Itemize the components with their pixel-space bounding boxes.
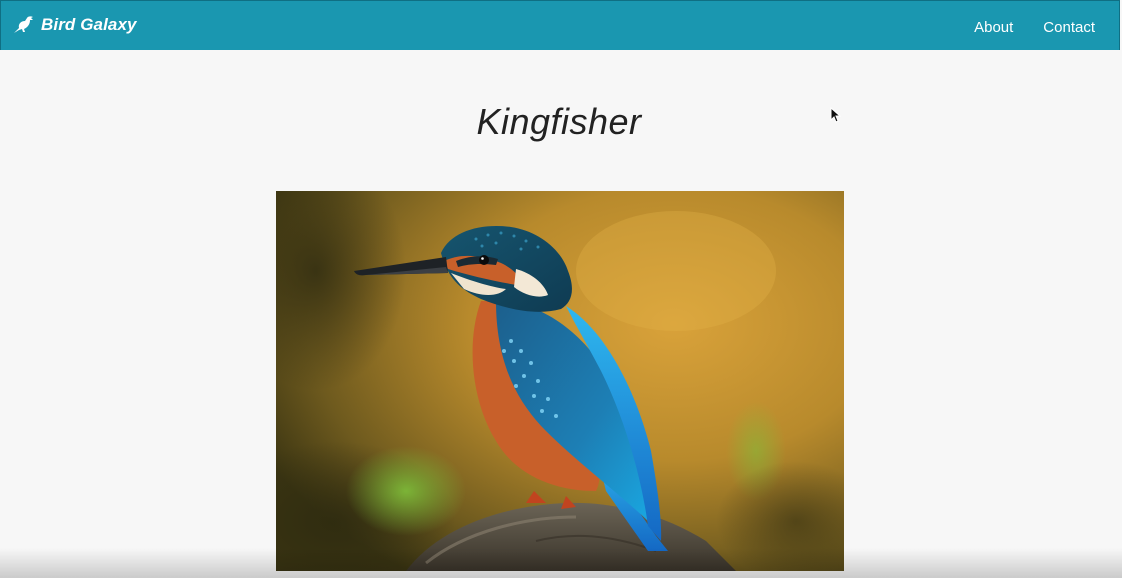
navbar: Bird Galaxy About Contact — [0, 0, 1120, 50]
nav-link-about[interactable]: About — [974, 19, 1013, 36]
brand-name: Bird Galaxy — [41, 15, 137, 34]
brand-link[interactable]: Bird Galaxy — [13, 15, 137, 35]
nav-links: About Contact — [974, 19, 1095, 36]
page: Bird Galaxy About Contact Kingfisher — [0, 0, 1122, 578]
bird-icon — [13, 15, 35, 35]
mouse-cursor-icon — [830, 107, 842, 123]
nav-link-contact[interactable]: Contact — [1043, 19, 1095, 36]
page-title: Kingfisher — [476, 101, 642, 142]
kingfisher-photo — [276, 191, 844, 571]
